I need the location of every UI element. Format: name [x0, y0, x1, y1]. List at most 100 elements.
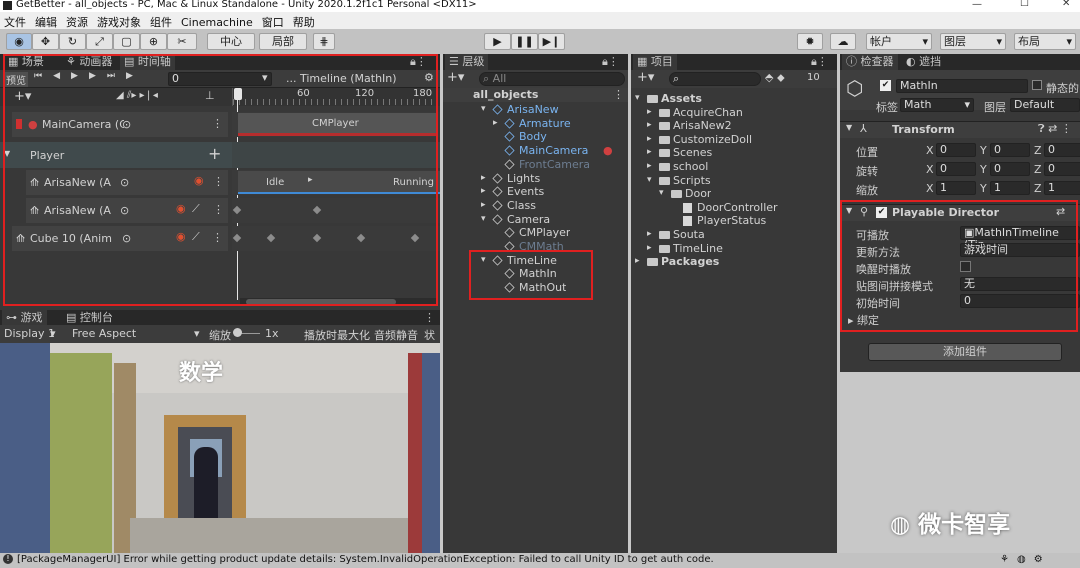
scene-menu-icon[interactable]: ⋮ [613, 88, 624, 101]
hierarchy-item[interactable]: ▾ Camera [443, 213, 628, 227]
keyframe[interactable] [356, 233, 366, 243]
expand-arrow-icon[interactable]: ▸ [481, 199, 486, 212]
transform-y-field[interactable]: 0 [990, 162, 1030, 176]
project-item[interactable]: ▸ TimeLine [631, 242, 837, 256]
expand-arrow-icon[interactable]: ▸ [647, 133, 652, 146]
hierarchy-item[interactable]: ▾ ArisaNew [443, 103, 628, 117]
hidden-packages-count[interactable]: 10 [807, 72, 820, 83]
hierarchy-item[interactable]: CMPlayer [443, 226, 628, 240]
menu-help[interactable]: 帮助 [289, 12, 320, 30]
hierarchy-item[interactable]: CMMath [443, 240, 628, 254]
static-checkbox[interactable] [1032, 80, 1042, 90]
expand-arrow-icon[interactable]: ▸ [647, 242, 652, 255]
tab-occlusion[interactable]: ◐ 遮挡 [902, 54, 945, 70]
update-method-dropdown[interactable]: 游戏时间 [960, 243, 1080, 257]
hierarchy-item[interactable]: MathIn [443, 267, 628, 281]
group-collapse-icon[interactable]: ▼ [4, 149, 10, 158]
collapse-icon[interactable]: ▼ [846, 123, 852, 132]
tab-console[interactable]: ▤ 控制台 [62, 310, 117, 326]
play-button[interactable]: ▶ [484, 33, 511, 50]
mute-audio-toggle[interactable]: 音频静音 [374, 327, 418, 343]
transform-z-field[interactable]: 0 [1044, 143, 1080, 157]
expand-arrow-icon[interactable]: ▸ [647, 146, 652, 159]
playhead-handle[interactable] [234, 88, 242, 100]
hierarchy-item[interactable]: Body [443, 130, 628, 144]
tab-animator[interactable]: ⚘ 动画器 [62, 54, 116, 70]
keyframe[interactable] [232, 233, 242, 243]
expand-arrow-icon[interactable]: ▾ [635, 92, 640, 105]
project-item[interactable]: ▾ Door [631, 187, 837, 201]
project-item[interactable]: ▸ Souta [631, 228, 837, 242]
play-on-awake-checkbox[interactable] [960, 261, 971, 272]
transform-z-field[interactable]: 0 [1044, 162, 1080, 176]
hierarchy-item[interactable]: FrontCamera [443, 158, 628, 172]
scale-tool-button[interactable]: ⤢ [86, 33, 113, 50]
filter-icons[interactable]: ⬘ ⬥ [765, 71, 785, 85]
expand-arrow-icon[interactable]: ▸ [647, 119, 652, 132]
expand-arrow-icon[interactable]: ▸ [647, 106, 652, 119]
expand-arrow-icon[interactable]: ▸ [647, 160, 652, 173]
track-group-player[interactable]: ▼ Player + [0, 142, 232, 168]
maximize-on-play-toggle[interactable]: 播放时最大化 [304, 327, 370, 343]
project-item[interactable]: ▸ ArisaNew2 [631, 119, 837, 133]
time-ruler[interactable]: 0 60 120 180 [232, 88, 441, 106]
lock-icon[interactable]: 🔒︎⋮ [406, 54, 431, 70]
track-menu-icon[interactable]: ⋮ [213, 203, 224, 216]
project-item[interactable]: ▸ CustomizeDoll [631, 133, 837, 147]
maximize-icon[interactable]: ☐ [1020, 0, 1029, 9]
tab-hierarchy[interactable]: ☰ 层级 [445, 54, 489, 70]
tab-project[interactable]: ▦ 项目 [633, 54, 677, 70]
tab-scene[interactable]: ▦ 场景 [4, 54, 48, 70]
panel-menu-icon[interactable]: ⋮ [420, 310, 439, 326]
animation-track-header-3[interactable]: ⟰ Cube 10 (Anim ⊙ ◉ ⟋ ⋮ [12, 226, 228, 251]
camera-clip[interactable]: CMPlayer [238, 113, 438, 136]
expand-arrow-icon[interactable]: ▾ [659, 187, 664, 200]
camera-track-header[interactable]: ● MainCamera (C ⊙ ⋮ [12, 112, 228, 137]
rotate-tool-button[interactable]: ↻ [59, 33, 86, 50]
transform-x-field[interactable]: 0 [936, 162, 976, 176]
timeline-asset-selector[interactable]: ... Timeline (MathIn) [286, 72, 406, 85]
menu-gameobject[interactable]: 游戏对象 [93, 12, 146, 30]
target-icon[interactable]: ⊙ [122, 232, 131, 245]
object-name-field[interactable]: MathIn [896, 79, 1028, 93]
project-search-input[interactable]: ⌕ [669, 72, 761, 86]
playable-field[interactable]: ▣MathInTimeline (Tin [960, 226, 1080, 251]
display-dropdown[interactable]: Display 1 [4, 327, 55, 340]
grid-snap-button[interactable]: ⋕ [313, 33, 335, 50]
hierarchy-item[interactable]: MathOut [443, 281, 628, 295]
expand-arrow-icon[interactable]: ▸ [647, 228, 652, 241]
aspect-dropdown[interactable]: Free Aspect [72, 327, 136, 340]
initial-time-field[interactable]: 0 [960, 294, 1080, 308]
timeline-scrollbar[interactable] [240, 298, 436, 306]
curves-icon[interactable]: ⟋ [192, 202, 200, 216]
menu-window[interactable]: 窗口 [258, 12, 289, 30]
hierarchy-search-input[interactable]: ⌕ All [479, 72, 625, 86]
add-icon[interactable]: + [208, 144, 221, 163]
tab-game[interactable]: ⊶ 游戏 [2, 310, 47, 326]
layout-dropdown[interactable]: 布局 ▾ [1014, 33, 1076, 50]
account-dropdown[interactable]: 帐户 ▾ [866, 33, 932, 50]
menu-assets[interactable]: 资源 [62, 12, 93, 30]
tag-dropdown[interactable]: Math ▾ [900, 98, 974, 112]
transport-controls[interactable]: ⏮◀▶▶⏭▶ [34, 71, 144, 81]
transform-x-field[interactable]: 0 [936, 143, 976, 157]
project-item[interactable]: DoorController [631, 201, 837, 215]
view-tool-button[interactable]: ◉ [6, 33, 32, 50]
target-icon[interactable]: ⊙ [120, 204, 129, 217]
collapse-icon[interactable]: ▼ [846, 206, 852, 215]
expand-arrow-icon[interactable]: ▸ [493, 117, 498, 130]
track-options-icons[interactable]: ◢ ⫽▸ ▸❘◂ [116, 90, 158, 101]
collab-icon[interactable]: ✹ [797, 33, 823, 50]
create-asset-button[interactable]: +▾ [637, 70, 654, 85]
record-icon[interactable]: ◉ [176, 230, 186, 243]
project-item[interactable]: ▸ Packages [631, 255, 837, 269]
create-button[interactable]: +▾ [447, 70, 464, 85]
expand-arrow-icon[interactable]: ▸ [481, 185, 486, 198]
hierarchy-item[interactable]: MainCamera ● [443, 144, 628, 158]
lock-icon[interactable]: 🔒︎⋮ [807, 54, 832, 70]
expand-arrow-icon[interactable]: ▾ [481, 254, 486, 267]
close-icon[interactable]: ✕ [1062, 0, 1070, 9]
hierarchy-item[interactable]: ▾ TimeLine [443, 254, 628, 268]
minimize-icon[interactable]: — [972, 0, 982, 10]
project-item[interactable]: ▸ school [631, 160, 837, 174]
